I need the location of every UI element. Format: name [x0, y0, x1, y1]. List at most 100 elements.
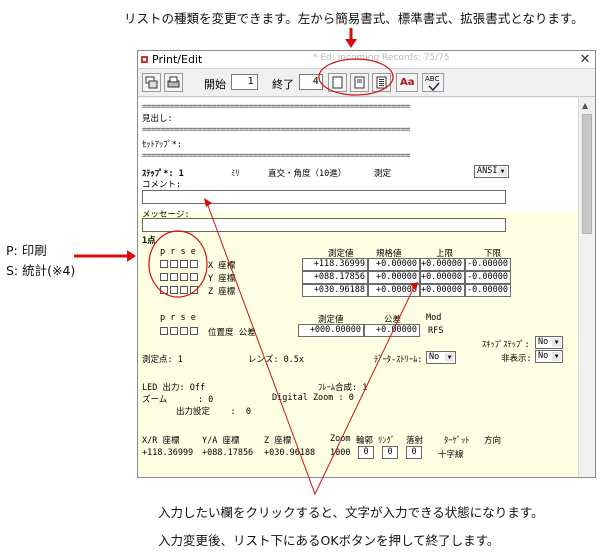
stats-checkbox[interactable]	[170, 327, 178, 335]
ghost-title: * Ed: Incoming Records: 75/75	[313, 53, 450, 63]
pos-measured-cell[interactable]: +000.00000	[298, 324, 364, 337]
lower-cell[interactable]: -0.00000	[465, 271, 511, 284]
spellcheck-button[interactable]: ABC	[422, 73, 444, 92]
toolbar: 開始 1 終了 4 Aa ABC	[138, 69, 595, 97]
table-row: Y 座標 +088.17856 +0.00000 +0.00000 -0.000…	[138, 271, 578, 285]
row-label: Z 座標	[208, 287, 236, 297]
nominal-cell[interactable]: +0.00000	[368, 284, 420, 297]
ansi-dropdown[interactable]: ANSI ▼	[474, 165, 509, 178]
checkbox[interactable]	[180, 327, 188, 335]
chevron-down-icon: ▼	[552, 352, 561, 361]
scroll-up-icon[interactable]: ▲	[582, 101, 588, 110]
hidden-dropdown[interactable]: No ▼	[535, 350, 563, 363]
pos-mod-value: RFS	[428, 326, 444, 336]
chevron-down-icon: ▼	[552, 338, 561, 347]
nominal-cell[interactable]: +0.00000	[368, 258, 420, 271]
prse-header: p r s e	[160, 247, 196, 257]
table-row: X 座標 +118.36999 +0.00000 +0.00000 -0.000…	[138, 258, 578, 272]
bottom-z: +030.96188	[264, 448, 316, 458]
bottom-header: Zoom	[330, 434, 351, 444]
stats-checkbox[interactable]	[170, 273, 178, 281]
led-line: LED 出力: Off	[142, 383, 206, 393]
skip-step-dropdown[interactable]: No ▼	[535, 336, 563, 349]
measured-cell[interactable]: +118.36999	[302, 258, 368, 271]
lower-cell[interactable]: -0.00000	[465, 284, 511, 297]
bottom-caption-ok: 入力変更後、リスト下にあるOKボタンを押して終了します。	[158, 533, 500, 548]
bottom-x: +118.36999	[142, 448, 194, 458]
arrow-head-icon	[345, 39, 357, 48]
upper-cell[interactable]: +0.00000	[420, 284, 465, 297]
comment-label: コメント:	[142, 180, 182, 190]
comment-field[interactable]	[142, 190, 506, 204]
simple-format-icon[interactable]	[328, 73, 347, 92]
bottom-zoom: 1000	[330, 448, 351, 458]
pos-tol-cell[interactable]: +0.00000	[364, 324, 420, 337]
arrow-head-icon	[127, 250, 136, 262]
title-bar: Print/Edit * Ed: Incoming Records: 75/75…	[138, 51, 595, 69]
row-label: Y 座標	[208, 274, 236, 284]
printer-icon[interactable]	[164, 73, 183, 92]
stats-checkbox[interactable]	[170, 286, 178, 294]
upper-cell[interactable]: +0.00000	[420, 258, 465, 271]
target-value: 十字線	[438, 450, 464, 460]
rakusha-input[interactable]: 0	[406, 446, 422, 459]
coord-label: 直交・角度（10進）	[268, 169, 347, 179]
chevron-down-icon: ▼	[498, 167, 507, 176]
print-checkbox[interactable]	[160, 273, 168, 281]
bottom-caption-click: 入力したい欄をクリックすると、文字が入力できる状態になります。	[158, 505, 544, 520]
checkbox[interactable]	[190, 327, 198, 335]
zoom-line: ズーム : 0	[142, 395, 214, 405]
lower-cell[interactable]: -0.00000	[465, 258, 511, 271]
rinkaku-input[interactable]: 0	[358, 446, 374, 459]
close-icon[interactable]: ✕	[576, 51, 594, 68]
bottom-header: 輪郭	[356, 436, 374, 446]
digital-zoom-line: Digital Zoom : 0	[272, 393, 354, 403]
output-setting-line: 出力設定 : 0	[176, 407, 251, 417]
print-icon[interactable]	[142, 73, 161, 92]
window-title: Print/Edit	[152, 53, 203, 66]
checkbox[interactable]	[180, 273, 188, 281]
left-caption-print: P: 印刷	[6, 243, 47, 258]
checkbox[interactable]	[190, 260, 198, 268]
ring-input[interactable]: 0	[382, 446, 398, 459]
print-checkbox[interactable]	[160, 327, 168, 335]
point-label: 1点	[142, 236, 156, 246]
measured-cell[interactable]: +088.17856	[302, 271, 368, 284]
row-label: X 座標	[208, 261, 236, 271]
lens-line: レンズ: 0.5x	[248, 355, 305, 365]
checkbox[interactable]	[190, 286, 198, 294]
end-input[interactable]: 4	[299, 74, 323, 90]
font-button-label: Aa	[400, 77, 415, 88]
font-button[interactable]: Aa	[396, 73, 418, 92]
midashi-label[interactable]: 見出し:	[142, 112, 173, 124]
start-input[interactable]: 1	[231, 74, 258, 90]
pos-mod-header: Mod	[426, 313, 442, 323]
checkbox[interactable]	[190, 273, 198, 281]
ansi-value: ANSI	[477, 166, 498, 176]
print-edit-window: Print/Edit * Ed: Incoming Records: 75/75…	[137, 50, 596, 478]
top-caption: リストの種類を変更できます。左から簡易書式、標準書式、拡張書式となります。	[124, 11, 584, 26]
message-field[interactable]	[142, 218, 506, 232]
scroll-thumb[interactable]	[582, 114, 592, 234]
separator: ========================================…	[142, 151, 410, 161]
left-caption-stats: S: 統計(※4)	[6, 263, 76, 278]
print-checkbox[interactable]	[160, 260, 168, 268]
skip-step-value: No	[538, 337, 549, 347]
separator: ========================================…	[142, 102, 410, 112]
nominal-cell[interactable]: +0.00000	[368, 271, 420, 284]
measured-cell[interactable]: +030.96188	[302, 284, 368, 297]
upper-cell[interactable]: +0.00000	[420, 271, 465, 284]
data-stream-value: No	[429, 352, 440, 362]
standard-format-icon[interactable]	[350, 73, 369, 92]
checkbox[interactable]	[180, 260, 188, 268]
data-stream-dropdown[interactable]: No ▼	[426, 351, 456, 364]
stats-checkbox[interactable]	[170, 260, 178, 268]
setup-label[interactable]: ｾｯﾄｱｯﾌﾟ*:	[142, 138, 182, 150]
end-label: 終了	[272, 78, 294, 91]
extended-format-icon[interactable]	[372, 73, 391, 92]
vertical-scrollbar[interactable]: ▲	[578, 98, 595, 477]
bottom-header: 落射	[406, 436, 424, 446]
bottom-header: 方向	[484, 436, 502, 446]
print-checkbox[interactable]	[160, 286, 168, 294]
checkbox[interactable]	[180, 286, 188, 294]
